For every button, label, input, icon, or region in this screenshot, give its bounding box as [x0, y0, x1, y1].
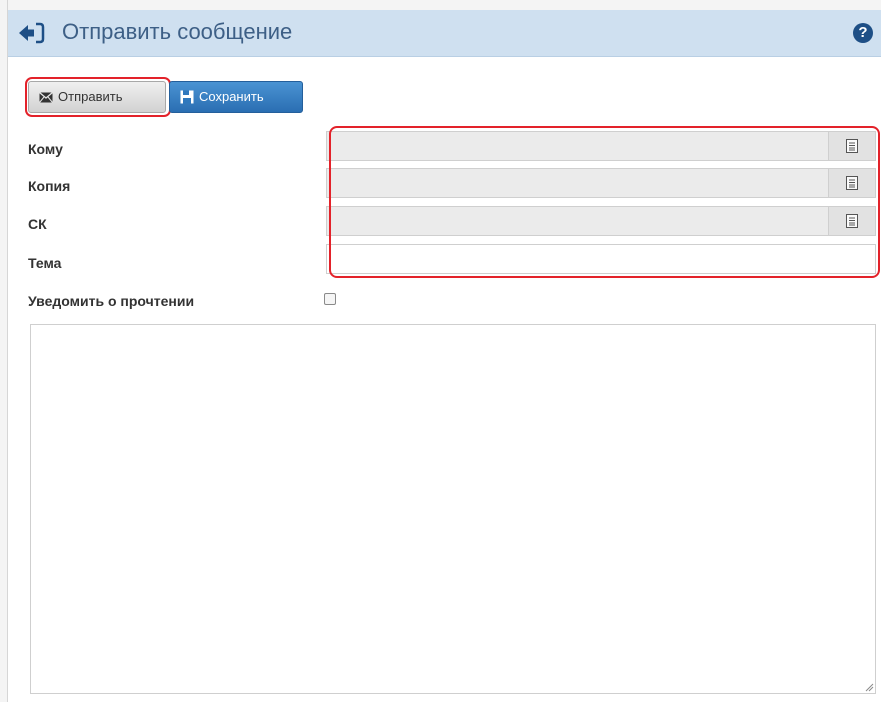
bcc-label: СК — [28, 216, 47, 232]
bcc-address-book-button[interactable] — [828, 207, 875, 235]
address-book-icon — [846, 176, 858, 190]
envelope-icon — [39, 91, 53, 103]
bcc-field[interactable] — [326, 206, 876, 236]
send-button-label: Отправить — [58, 89, 123, 104]
address-book-icon — [846, 214, 858, 228]
to-field[interactable] — [326, 131, 876, 161]
save-button[interactable]: Сохранить — [169, 81, 303, 113]
compose-panel: Отправить сообщение ? Отправить Сохранит… — [8, 10, 881, 702]
cc-label: Копия — [28, 178, 71, 194]
to-label: Кому — [28, 141, 63, 157]
message-body-textarea[interactable] — [30, 324, 876, 694]
cc-field[interactable] — [326, 168, 876, 198]
address-book-icon — [846, 139, 858, 153]
help-icon[interactable]: ? — [853, 23, 873, 43]
cc-address-book-button[interactable] — [828, 169, 875, 197]
floppy-disk-icon — [180, 90, 194, 104]
read-receipt-checkbox[interactable] — [324, 293, 336, 305]
resize-grip-icon[interactable] — [864, 682, 874, 692]
page-title: Отправить сообщение — [62, 19, 293, 44]
back-icon[interactable] — [17, 22, 45, 44]
subject-field[interactable] — [326, 244, 876, 274]
read-receipt-label: Уведомить о прочтении — [28, 293, 195, 309]
subject-label: Тема — [28, 255, 62, 271]
panel-header: Отправить сообщение ? — [8, 10, 881, 57]
to-address-book-button[interactable] — [828, 132, 875, 160]
send-button[interactable]: Отправить — [28, 81, 166, 113]
save-button-label: Сохранить — [199, 89, 264, 104]
